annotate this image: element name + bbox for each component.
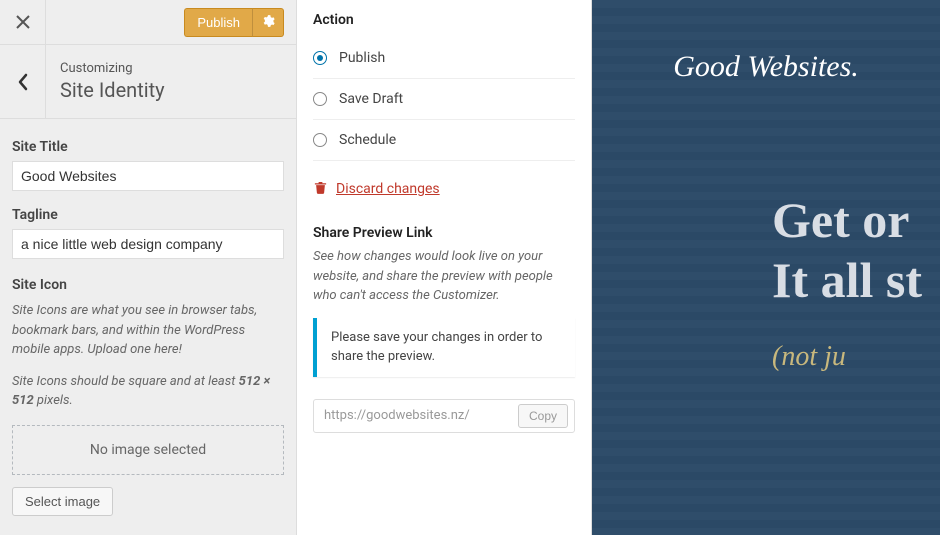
customizing-label: Customizing bbox=[60, 61, 165, 76]
chevron-left-icon bbox=[17, 73, 29, 91]
site-icon-label: Site Icon bbox=[12, 277, 284, 293]
tagline-input[interactable] bbox=[12, 229, 284, 259]
action-option-save-draft[interactable]: Save Draft bbox=[313, 79, 575, 120]
site-title-input[interactable] bbox=[12, 161, 284, 191]
back-button[interactable] bbox=[0, 45, 46, 119]
save-changes-notice: Please save your changes in order to sha… bbox=[313, 318, 575, 377]
site-icon-desc-2c: pixels. bbox=[34, 393, 73, 408]
hero-text: Get or It all st (not ju bbox=[772, 190, 940, 374]
site-title-label: Site Title bbox=[12, 139, 284, 155]
section-header: Customizing Site Identity bbox=[0, 45, 296, 119]
close-customizer-button[interactable] bbox=[0, 0, 46, 45]
action-option-publish[interactable]: Publish bbox=[313, 38, 575, 79]
hero-line-2: It all st bbox=[772, 250, 940, 310]
select-image-button[interactable]: Select image bbox=[12, 487, 113, 516]
section-body: Site Title Tagline Site Icon Site Icons … bbox=[0, 119, 296, 528]
section-title: Site Identity bbox=[60, 78, 165, 102]
share-preview-heading: Share Preview Link bbox=[313, 225, 575, 241]
site-icon-desc-2a: Site Icons should be square and at least bbox=[12, 374, 239, 389]
close-icon bbox=[16, 15, 30, 29]
radio-icon bbox=[313, 133, 327, 147]
action-option-label: Publish bbox=[339, 50, 385, 66]
gear-icon bbox=[261, 14, 275, 28]
site-icon-desc-2: Site Icons should be square and at least… bbox=[12, 372, 284, 411]
sidebar-top-bar: Publish bbox=[0, 0, 296, 45]
radio-icon bbox=[313, 92, 327, 106]
discard-changes-link[interactable]: Discard changes bbox=[313, 179, 575, 199]
hero-line-1: Get or bbox=[772, 190, 940, 250]
action-option-schedule[interactable]: Schedule bbox=[313, 120, 575, 161]
action-option-label: Schedule bbox=[339, 132, 396, 148]
site-icon-desc-1: Site Icons are what you see in browser t… bbox=[12, 301, 284, 360]
discard-changes-label: Discard changes bbox=[336, 181, 440, 197]
publish-button-group: Publish bbox=[184, 8, 284, 37]
site-icon-dropzone[interactable]: No image selected bbox=[12, 425, 284, 475]
site-logo-text: Good Websites. bbox=[673, 50, 859, 84]
hero-subtitle: (not ju bbox=[772, 340, 940, 374]
share-preview-desc: See how changes would look live on your … bbox=[313, 247, 575, 306]
tagline-label: Tagline bbox=[12, 207, 284, 223]
publish-settings-panel: Action Publish Save Draft Schedule Disca… bbox=[297, 0, 592, 535]
radio-icon bbox=[313, 51, 327, 65]
trash-icon bbox=[313, 179, 328, 199]
preview-url: https://goodwebsites.nz/ bbox=[324, 408, 518, 423]
customizer-sidebar: Publish Customizing Site Identity Site T… bbox=[0, 0, 297, 535]
action-option-label: Save Draft bbox=[339, 91, 403, 107]
section-header-text: Customizing Site Identity bbox=[46, 61, 165, 102]
site-preview: Good Websites. Get or It all st (not ju bbox=[592, 0, 940, 535]
copy-url-button[interactable]: Copy bbox=[518, 404, 568, 428]
publish-button[interactable]: Publish bbox=[184, 8, 252, 37]
preview-url-row: https://goodwebsites.nz/ Copy bbox=[313, 399, 575, 433]
action-heading: Action bbox=[313, 12, 575, 28]
publish-settings-button[interactable] bbox=[252, 8, 284, 37]
